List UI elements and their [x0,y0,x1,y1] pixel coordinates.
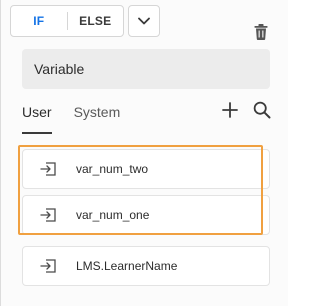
variable-insert-icon [40,161,56,177]
variable-header: Variable [22,49,270,89]
variable-insert-icon [40,258,56,274]
variable-tabs: User System [22,100,120,134]
add-variable-button[interactable] [221,101,239,123]
tab-user[interactable]: User [22,100,52,134]
condition-toggle: IF ELSE [10,5,124,37]
variable-header-title: Variable [34,61,85,77]
else-option[interactable]: ELSE [68,6,124,36]
variable-panel: IF ELSE Variable User System var_num_two… [0,0,288,306]
chevron-down-icon [138,12,150,30]
tab-system[interactable]: System [74,100,121,134]
trash-icon [254,23,268,45]
if-option[interactable]: IF [11,6,67,36]
search-icon [253,101,271,124]
variable-item-label: var_num_one [76,208,150,222]
search-button[interactable] [252,101,272,124]
variable-item-var-num-two[interactable]: var_num_two [22,149,270,189]
dropdown-button[interactable] [128,5,160,37]
plus-icon [222,101,238,123]
variable-item-label: var_num_two [76,162,149,176]
variable-insert-icon [40,207,56,223]
delete-button[interactable] [252,23,270,45]
variable-item-var-num-one[interactable]: var_num_one [22,195,270,235]
variable-item-lms-learnername[interactable]: LMS.LearnerName [22,246,270,286]
variable-item-label: LMS.LearnerName [76,259,178,273]
